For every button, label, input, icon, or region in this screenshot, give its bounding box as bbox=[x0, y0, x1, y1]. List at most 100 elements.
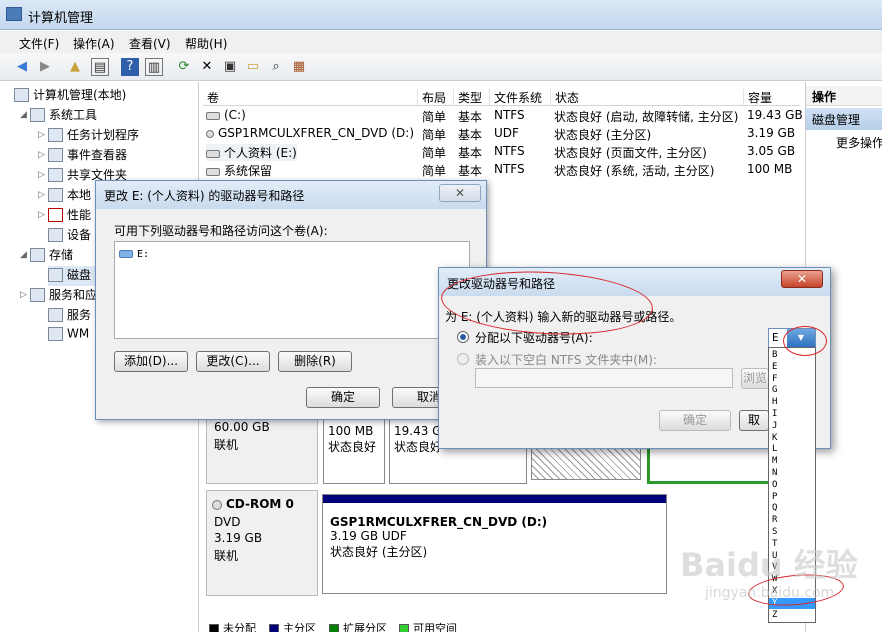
refresh-icon[interactable]: ⟳ bbox=[175, 58, 193, 76]
expand-icon[interactable]: ▷ bbox=[20, 290, 30, 300]
dialog-instruction: 可用下列驱动器号和路径访问这个卷(A): bbox=[114, 224, 328, 238]
menu-action[interactable]: 操作(A) bbox=[73, 35, 115, 52]
tree-item-root[interactable]: 计算机管理(本地) bbox=[14, 86, 126, 106]
more-actions-link[interactable]: 更多操作 bbox=[836, 134, 882, 151]
col-layout[interactable]: 布局 bbox=[417, 89, 446, 105]
drive-letter-select[interactable]: E ▼ bbox=[768, 328, 816, 348]
cancel-button[interactable]: 取 bbox=[739, 410, 769, 431]
help-icon[interactable]: ? bbox=[121, 58, 139, 76]
wmi-icon bbox=[48, 326, 63, 341]
tree-item-task-scheduler[interactable]: ▷ 任务计划程序 bbox=[38, 126, 139, 146]
expand-icon[interactable]: ▷ bbox=[38, 150, 48, 160]
dropdown-option[interactable]: G bbox=[769, 385, 815, 397]
dropdown-option[interactable]: M bbox=[769, 456, 815, 468]
dropdown-option[interactable]: H bbox=[769, 397, 815, 409]
device-manager-icon bbox=[48, 227, 63, 242]
mount-folder-radio[interactable] bbox=[457, 353, 469, 365]
computer-management-icon bbox=[6, 7, 22, 21]
table-row[interactable]: GSP1RMCULXFRER_CN_DVD (D:) 简单 基本 UDF 状态良… bbox=[203, 124, 800, 142]
tree-item-services[interactable]: 服务 bbox=[48, 306, 91, 326]
dropdown-option[interactable]: Z bbox=[769, 610, 815, 622]
dropdown-option[interactable]: P bbox=[769, 492, 815, 504]
services-apps-icon bbox=[30, 287, 45, 302]
tree-item-storage[interactable]: ◢ 存储 bbox=[20, 246, 73, 266]
volume-list-header: 卷 布局 类型 文件系统 状态 容量 bbox=[203, 86, 800, 106]
cdrom-0-label[interactable]: CD-ROM 0 DVD 3.19 GB 联机 bbox=[206, 490, 318, 596]
col-filesystem[interactable]: 文件系统 bbox=[489, 89, 542, 105]
tree-item-local-users[interactable]: ▷ 本地 bbox=[38, 186, 91, 206]
dropdown-option[interactable]: B bbox=[769, 350, 815, 362]
tree-item-system-tools[interactable]: ◢ 系统工具 bbox=[20, 106, 97, 126]
col-capacity[interactable]: 容量 bbox=[743, 89, 772, 105]
close-icon[interactable]: ✕ bbox=[781, 270, 823, 288]
remove-button[interactable]: 删除(R) bbox=[278, 351, 352, 372]
menu-file[interactable]: 文件(F) bbox=[19, 35, 59, 52]
ok-button[interactable]: 确定 bbox=[659, 410, 731, 431]
col-volume[interactable]: 卷 bbox=[203, 89, 219, 105]
expand-icon[interactable]: ▷ bbox=[38, 210, 48, 220]
tree-item-device-manager[interactable]: 设备 bbox=[48, 226, 91, 246]
dropdown-option[interactable]: R bbox=[769, 515, 815, 527]
drive-icon bbox=[206, 149, 220, 158]
export-icon[interactable]: ▦ bbox=[290, 58, 308, 76]
tree-item-performance[interactable]: ▷ 性能 bbox=[38, 206, 91, 226]
dropdown-option[interactable]: S bbox=[769, 527, 815, 539]
dropdown-option[interactable]: L bbox=[769, 444, 815, 456]
table-row[interactable]: 系统保留 简单 基本 NTFS 状态良好 (系统, 活动, 主分区) 100 M… bbox=[203, 160, 800, 178]
tree-item-wmi[interactable]: WM bbox=[48, 326, 89, 346]
dropdown-option[interactable]: F bbox=[769, 374, 815, 386]
expand-icon[interactable]: ▷ bbox=[38, 190, 48, 200]
partition-system-reserved[interactable]: 100 MB 状态良好 bbox=[323, 412, 385, 484]
partition-d[interactable]: GSP1RMCULXFRER_CN_DVD (D:) 3.19 GB UDF 状… bbox=[322, 494, 667, 594]
chevron-down-icon[interactable]: ▼ bbox=[787, 329, 815, 347]
table-row[interactable]: 个人资料 (E:) 简单 基本 NTFS 状态良好 (页面文件, 主分区) 3.… bbox=[203, 142, 800, 161]
close-icon[interactable]: ✕ bbox=[439, 184, 481, 202]
tree-item-services-apps[interactable]: ▷ 服务和应 bbox=[20, 286, 97, 306]
forward-arrow-icon[interactable]: ▶ bbox=[36, 58, 54, 76]
menu-view[interactable]: 查看(V) bbox=[129, 35, 171, 52]
ok-button[interactable]: 确定 bbox=[306, 387, 380, 408]
disk-management-icon bbox=[48, 267, 63, 282]
dropdown-option[interactable]: J bbox=[769, 421, 815, 433]
dropdown-option[interactable]: I bbox=[769, 409, 815, 421]
dropdown-option[interactable]: O bbox=[769, 480, 815, 492]
dropdown-option[interactable]: K bbox=[769, 433, 815, 445]
dropdown-option[interactable]: Q bbox=[769, 503, 815, 515]
properties-view-icon[interactable]: ▥ bbox=[145, 58, 163, 76]
back-arrow-icon[interactable]: ◀ bbox=[13, 58, 31, 76]
menu-help[interactable]: 帮助(H) bbox=[185, 35, 227, 52]
open-icon[interactable]: ▭ bbox=[244, 58, 262, 76]
col-type[interactable]: 类型 bbox=[453, 89, 482, 105]
storage-icon bbox=[30, 247, 45, 262]
tree-item-event-viewer[interactable]: ▷ 事件查看器 bbox=[38, 146, 127, 166]
expand-icon[interactable]: ▷ bbox=[38, 130, 48, 140]
change-button[interactable]: 更改(C)... bbox=[196, 351, 270, 372]
disk-0-label[interactable]: 60.00 GB 联机 bbox=[206, 412, 318, 484]
assign-letter-label: 分配以下驱动器号(A): bbox=[475, 331, 593, 345]
up-folder-icon[interactable]: ▲ bbox=[66, 58, 84, 76]
actions-disk-management[interactable]: 磁盘管理 bbox=[806, 108, 882, 130]
change-drive-letter-dialog: 更改 E: (个人资料) 的驱动器号和路径 ✕ 可用下列驱动器号和路径访问这个卷… bbox=[95, 180, 487, 420]
list-item[interactable]: E: bbox=[119, 246, 149, 260]
drive-letter-list[interactable]: E: bbox=[114, 241, 470, 339]
expand-icon[interactable]: ▷ bbox=[38, 170, 48, 180]
browse-button[interactable]: 浏览 bbox=[741, 368, 769, 389]
folder-path-input[interactable] bbox=[475, 368, 733, 388]
delete-icon[interactable]: ✕ bbox=[198, 58, 216, 76]
collapse-icon[interactable]: ◢ bbox=[20, 250, 30, 260]
dropdown-option[interactable]: N bbox=[769, 468, 815, 480]
tools-icon bbox=[30, 107, 45, 122]
collapse-icon[interactable]: ◢ bbox=[20, 110, 30, 120]
drive-icon bbox=[206, 167, 220, 176]
add-button[interactable]: 添加(D)... bbox=[114, 351, 188, 372]
dropdown-option[interactable]: E bbox=[769, 362, 815, 374]
show-hide-tree-icon[interactable]: ▤ bbox=[91, 58, 109, 76]
performance-icon bbox=[48, 207, 63, 222]
assign-letter-radio[interactable] bbox=[457, 331, 469, 343]
cdrom-icon bbox=[212, 499, 222, 510]
toolbar: ◀ ▶ ▲ ▤ ? ▥ ⟳ ✕ ▣ ▭ ⌕ ▦ bbox=[0, 53, 882, 81]
search-icon[interactable]: ⌕ bbox=[267, 58, 285, 76]
col-status[interactable]: 状态 bbox=[550, 89, 579, 105]
properties-icon[interactable]: ▣ bbox=[221, 58, 239, 76]
table-row[interactable]: (C:) 简单 基本 NTFS 状态良好 (启动, 故障转储, 主分区) 19.… bbox=[203, 106, 803, 124]
